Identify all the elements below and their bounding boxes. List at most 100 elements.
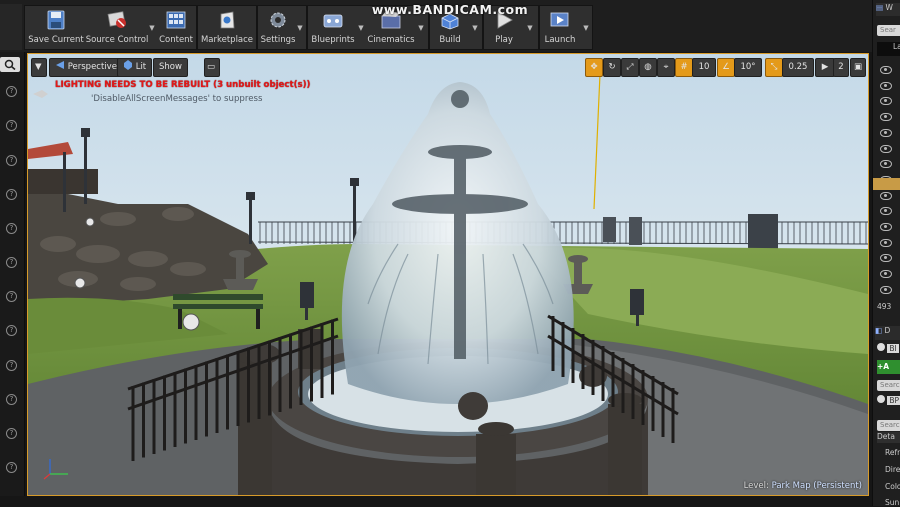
help-icon[interactable]: ? <box>6 86 17 97</box>
scale-mode-icon[interactable]: ⤢ <box>621 58 639 77</box>
visibility-eye-icon[interactable] <box>880 66 892 74</box>
blueprint-icon <box>323 14 343 28</box>
scene-render <box>28 54 868 495</box>
source-control-dropdown-icon[interactable]: ▼ <box>147 23 157 33</box>
camera-speed-value[interactable]: 2 <box>833 58 849 77</box>
help-icon[interactable]: ? <box>6 189 17 200</box>
world-outliner-tab[interactable]: ▤ W <box>876 3 900 16</box>
level-viewport[interactable]: ▼ Perspective Lit Show ▭ ✥ ↻ ⤢ ◍ ⌖ # 10 … <box>27 53 869 496</box>
save-current-button[interactable]: Save Current <box>27 6 85 49</box>
details-tab-icon: ◧ <box>875 326 883 335</box>
scale-snap-value[interactable]: 0.25 <box>782 58 814 77</box>
visibility-eye-icon[interactable] <box>880 207 892 216</box>
help-icon[interactable]: ? <box>6 462 17 473</box>
property-refraction: Refr <box>885 448 900 457</box>
level-indicator: Level: Park Map (Persistent) <box>744 481 862 491</box>
perspective-icon <box>56 61 64 69</box>
recording-watermark: www.BANDICAM.com <box>371 2 529 17</box>
surface-snap-icon[interactable]: ⌖ <box>657 58 675 77</box>
viewport-options-button[interactable]: ▼ <box>31 58 47 77</box>
maximize-viewport-icon[interactable]: ▭ <box>204 58 220 77</box>
component-icon <box>877 395 885 403</box>
visibility-eye-icon[interactable] <box>880 128 892 137</box>
search-box[interactable] <box>0 57 20 72</box>
property-color: Colo <box>885 482 900 491</box>
help-icon[interactable]: ? <box>6 291 17 302</box>
grid-snap-icon[interactable]: # <box>675 58 693 77</box>
toolbar-left-edge <box>0 4 22 50</box>
component-row: BP <box>877 395 900 405</box>
rotation-snap-icon[interactable]: ∠ <box>717 58 735 77</box>
settings-button[interactable]: Settings <box>258 6 298 49</box>
selected-row-highlight <box>873 178 900 190</box>
translate-mode-icon[interactable]: ✥ <box>585 58 603 77</box>
grid-snap-value[interactable]: 10 <box>692 58 716 77</box>
help-icon[interactable]: ? <box>6 360 17 371</box>
help-icon[interactable]: ? <box>6 155 17 166</box>
camera-speed-icon[interactable]: ▶ <box>815 58 835 77</box>
visibility-eye-icon[interactable] <box>880 285 892 294</box>
property-direction: Dire <box>885 465 900 474</box>
outliner-tab-icon: ▤ <box>876 3 884 12</box>
add-component-button[interactable]: +A <box>877 360 900 374</box>
suppress-hint: 'DisableAllScreenMessages' to suppress <box>91 94 263 104</box>
details-search-input[interactable]: Searc <box>877 420 900 431</box>
modes-panel-strip: ? ? ? ? ? ? ? ? ? ? ? ? <box>0 52 25 496</box>
outliner-label-header: La <box>877 42 900 56</box>
visibility-eye-icon[interactable] <box>880 97 892 106</box>
lit-button[interactable]: Lit <box>117 58 153 77</box>
marketplace-button[interactable]: Marketplace <box>198 6 256 49</box>
help-icon[interactable]: ? <box>6 120 17 131</box>
components-search-input[interactable]: Searc <box>877 380 900 391</box>
scale-snap-icon[interactable]: ⤡ <box>765 58 783 77</box>
actor-count: 493 <box>877 302 892 311</box>
settings-dropdown-icon[interactable]: ▼ <box>295 23 305 33</box>
help-icon[interactable]: ? <box>6 223 17 234</box>
blueprints-button[interactable]: Blueprints <box>308 6 358 49</box>
launch-button[interactable]: Launch <box>540 6 580 49</box>
help-icon[interactable]: ? <box>6 394 17 405</box>
toolbar-group-settings: Settings ▼ <box>257 5 307 50</box>
visibility-eye-icon[interactable] <box>880 270 892 279</box>
marketplace-icon <box>220 11 235 29</box>
visibility-eye-icon[interactable] <box>880 254 892 263</box>
help-icon[interactable]: ? <box>6 428 17 439</box>
world-outliner-panel: ▤ W Sear La 493 ◧ D BI +A Searc BP Searc… <box>872 0 900 507</box>
toolbar-group-launch: Launch ▼ <box>539 5 593 50</box>
toolbar-group-marketplace: Marketplace <box>197 5 257 50</box>
perspective-button[interactable]: Perspective <box>49 58 123 77</box>
visibility-eye-icon[interactable] <box>880 81 892 90</box>
visibility-eye-icon[interactable] <box>880 113 892 122</box>
level-label: Level: <box>743 481 769 491</box>
lit-icon <box>124 60 132 70</box>
help-icon[interactable]: ? <box>6 257 17 268</box>
visibility-eye-icon[interactable] <box>880 238 892 247</box>
outliner-search-input[interactable]: Sear <box>877 25 900 36</box>
play-dropdown-icon[interactable]: ▼ <box>525 23 535 33</box>
visibility-eye-icon[interactable] <box>880 223 892 231</box>
source-control-icon <box>107 11 126 28</box>
launch-dropdown-icon[interactable]: ▼ <box>581 23 591 33</box>
rotation-snap-value[interactable]: 10° <box>734 58 762 77</box>
blueprints-dropdown-icon[interactable]: ▼ <box>356 23 366 33</box>
viewport-layout-icon[interactable]: ▣ <box>850 58 866 77</box>
visibility-eye-icon[interactable] <box>880 191 892 200</box>
world-space-icon[interactable]: ◍ <box>639 58 657 77</box>
cinematics-dropdown-icon[interactable]: ▼ <box>416 23 426 33</box>
level-name: Park Map (Persistent) <box>771 481 862 491</box>
visibility-eye-icon[interactable] <box>880 144 892 153</box>
details-category-header[interactable]: Deta <box>877 432 900 443</box>
details-tab[interactable]: ◧ D <box>875 326 900 340</box>
visibility-eye-icon[interactable] <box>880 160 892 169</box>
gear-icon <box>270 12 286 28</box>
source-control-button[interactable]: Source Control <box>85 6 149 49</box>
lighting-warning: LIGHTING NEEDS TO BE REBUILT (3 unbuilt … <box>55 80 311 90</box>
launch-icon <box>550 12 569 27</box>
build-dropdown-icon[interactable]: ▼ <box>470 23 480 33</box>
show-button[interactable]: Show <box>153 58 188 77</box>
content-button[interactable]: Content <box>157 6 195 49</box>
details-actor-row: BI <box>877 343 899 353</box>
help-icon[interactable]: ? <box>6 325 17 336</box>
save-icon <box>47 10 65 30</box>
rotate-mode-icon[interactable]: ↻ <box>603 58 621 77</box>
